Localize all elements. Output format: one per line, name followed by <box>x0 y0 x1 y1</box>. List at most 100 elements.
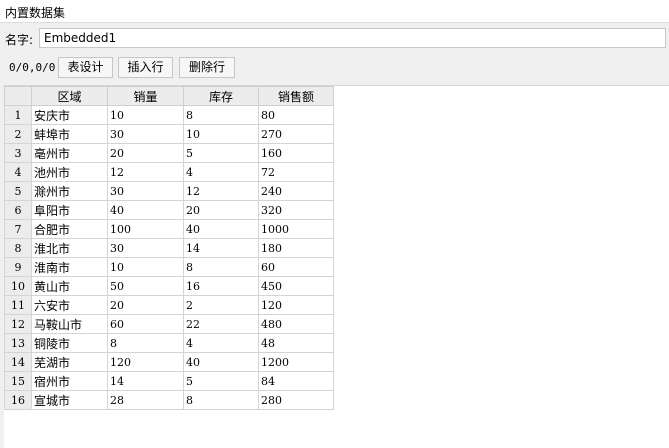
row-number[interactable]: 6 <box>4 200 32 220</box>
row-number[interactable]: 8 <box>4 238 32 258</box>
table-cell[interactable]: 22 <box>183 314 259 334</box>
row-number[interactable]: 4 <box>4 162 32 182</box>
table-cell[interactable]: 30 <box>107 124 184 144</box>
table-cell[interactable]: 30 <box>107 238 184 258</box>
table-row: 14 芜湖市 120 40 1200 <box>4 352 334 372</box>
table-cell[interactable]: 4 <box>183 162 259 182</box>
table-cell[interactable]: 20 <box>107 143 184 163</box>
table-cell[interactable]: 50 <box>107 276 184 296</box>
table-cell[interactable]: 84 <box>258 371 334 391</box>
table-cell[interactable]: 40 <box>183 352 259 372</box>
row-number[interactable]: 1 <box>4 105 32 125</box>
table-cell[interactable]: 30 <box>107 181 184 201</box>
row-number[interactable]: 3 <box>4 143 32 163</box>
table-design-button[interactable]: 表设计 <box>58 57 113 78</box>
table-cell[interactable]: 100 <box>107 219 184 239</box>
name-input[interactable] <box>39 28 666 48</box>
table-cell[interactable]: 14 <box>107 371 184 391</box>
name-label: 名字: <box>5 33 34 47</box>
table-cell[interactable]: 450 <box>258 276 334 296</box>
row-number[interactable]: 7 <box>4 219 32 239</box>
table-cell[interactable]: 120 <box>258 295 334 315</box>
table-cell[interactable]: 合肥市 <box>31 219 108 239</box>
row-number[interactable]: 14 <box>4 352 32 372</box>
table-cell[interactable]: 4 <box>183 333 259 353</box>
table-cell[interactable]: 马鞍山市 <box>31 314 108 334</box>
table-cell[interactable]: 淮北市 <box>31 238 108 258</box>
row-number[interactable]: 12 <box>4 314 32 334</box>
table-cell[interactable]: 180 <box>258 238 334 258</box>
table-cell[interactable]: 黄山市 <box>31 276 108 296</box>
table-cell[interactable]: 10 <box>107 105 184 125</box>
table-row: 2 蚌埠市 30 10 270 <box>4 124 334 144</box>
table-cell[interactable]: 320 <box>258 200 334 220</box>
table-cell[interactable]: 28 <box>107 390 184 410</box>
table-cell[interactable]: 240 <box>258 181 334 201</box>
table-cell[interactable]: 120 <box>107 352 184 372</box>
table-cell[interactable]: 10 <box>183 124 259 144</box>
table-cell[interactable]: 阜阳市 <box>31 200 108 220</box>
table-cell[interactable]: 1200 <box>258 352 334 372</box>
table-cell[interactable]: 60 <box>107 314 184 334</box>
column-header[interactable]: 销量 <box>107 86 184 106</box>
table-cell[interactable]: 池州市 <box>31 162 108 182</box>
table-cell[interactable]: 20 <box>183 200 259 220</box>
table-cell[interactable]: 270 <box>258 124 334 144</box>
table-cell[interactable]: 480 <box>258 314 334 334</box>
table-row: 1 安庆市 10 8 80 <box>4 105 334 125</box>
table-cell[interactable]: 8 <box>183 257 259 277</box>
table-cell[interactable]: 滁州市 <box>31 181 108 201</box>
table-cell[interactable]: 亳州市 <box>31 143 108 163</box>
row-number[interactable]: 5 <box>4 181 32 201</box>
row-number[interactable]: 15 <box>4 371 32 391</box>
table-cell[interactable]: 14 <box>183 238 259 258</box>
data-grid: 区域 销量 库存 销售额 1 安庆市 10 8 80 2 蚌埠市 30 10 270 3 亳州市 20 5… <box>4 86 334 410</box>
table-cell[interactable]: 20 <box>107 295 184 315</box>
column-header[interactable]: 销售额 <box>258 86 334 106</box>
table-row: 3 亳州市 20 5 160 <box>4 143 334 163</box>
row-number[interactable]: 9 <box>4 257 32 277</box>
table-cell[interactable]: 六安市 <box>31 295 108 315</box>
table-cell[interactable]: 宿州市 <box>31 371 108 391</box>
row-number[interactable]: 16 <box>4 390 32 410</box>
table-cell[interactable]: 72 <box>258 162 334 182</box>
table-cell[interactable]: 铜陵市 <box>31 333 108 353</box>
row-number[interactable]: 2 <box>4 124 32 144</box>
table-cell[interactable]: 12 <box>107 162 184 182</box>
table-cell[interactable]: 60 <box>258 257 334 277</box>
table-cell[interactable]: 12 <box>183 181 259 201</box>
table-cell[interactable]: 蚌埠市 <box>31 124 108 144</box>
table-cell[interactable]: 16 <box>183 276 259 296</box>
table-row: 9 淮南市 10 8 60 <box>4 257 334 277</box>
table-cell[interactable]: 2 <box>183 295 259 315</box>
column-header[interactable]: 库存 <box>183 86 259 106</box>
table-cell[interactable]: 40 <box>183 219 259 239</box>
table-cell[interactable]: 40 <box>107 200 184 220</box>
table-row: 10 黄山市 50 16 450 <box>4 276 334 296</box>
table-cell[interactable]: 8 <box>183 390 259 410</box>
table-cell[interactable]: 8 <box>183 105 259 125</box>
table-cell[interactable]: 5 <box>183 371 259 391</box>
table-row: 16 宣城市 28 8 280 <box>4 390 334 410</box>
data-grid-area[interactable]: 区域 销量 库存 销售额 1 安庆市 10 8 80 2 蚌埠市 30 10 270 3 亳州市 20 5… <box>4 85 669 448</box>
table-cell[interactable]: 安庆市 <box>31 105 108 125</box>
column-header[interactable]: 区域 <box>31 86 108 106</box>
corner-header[interactable] <box>4 86 32 106</box>
row-number[interactable]: 13 <box>4 333 32 353</box>
table-cell[interactable]: 80 <box>258 105 334 125</box>
table-cell[interactable]: 5 <box>183 143 259 163</box>
table-cell[interactable]: 280 <box>258 390 334 410</box>
table-cell[interactable]: 芜湖市 <box>31 352 108 372</box>
table-cell[interactable]: 48 <box>258 333 334 353</box>
table-cell[interactable]: 8 <box>107 333 184 353</box>
table-cell[interactable]: 宣城市 <box>31 390 108 410</box>
row-number[interactable]: 11 <box>4 295 32 315</box>
delete-row-button[interactable]: 删除行 <box>179 57 235 78</box>
table-cell[interactable]: 160 <box>258 143 334 163</box>
table-row: 15 宿州市 14 5 84 <box>4 371 334 391</box>
insert-row-button[interactable]: 插入行 <box>118 57 173 78</box>
table-cell[interactable]: 1000 <box>258 219 334 239</box>
table-cell[interactable]: 淮南市 <box>31 257 108 277</box>
row-number[interactable]: 10 <box>4 276 32 296</box>
table-cell[interactable]: 10 <box>107 257 184 277</box>
